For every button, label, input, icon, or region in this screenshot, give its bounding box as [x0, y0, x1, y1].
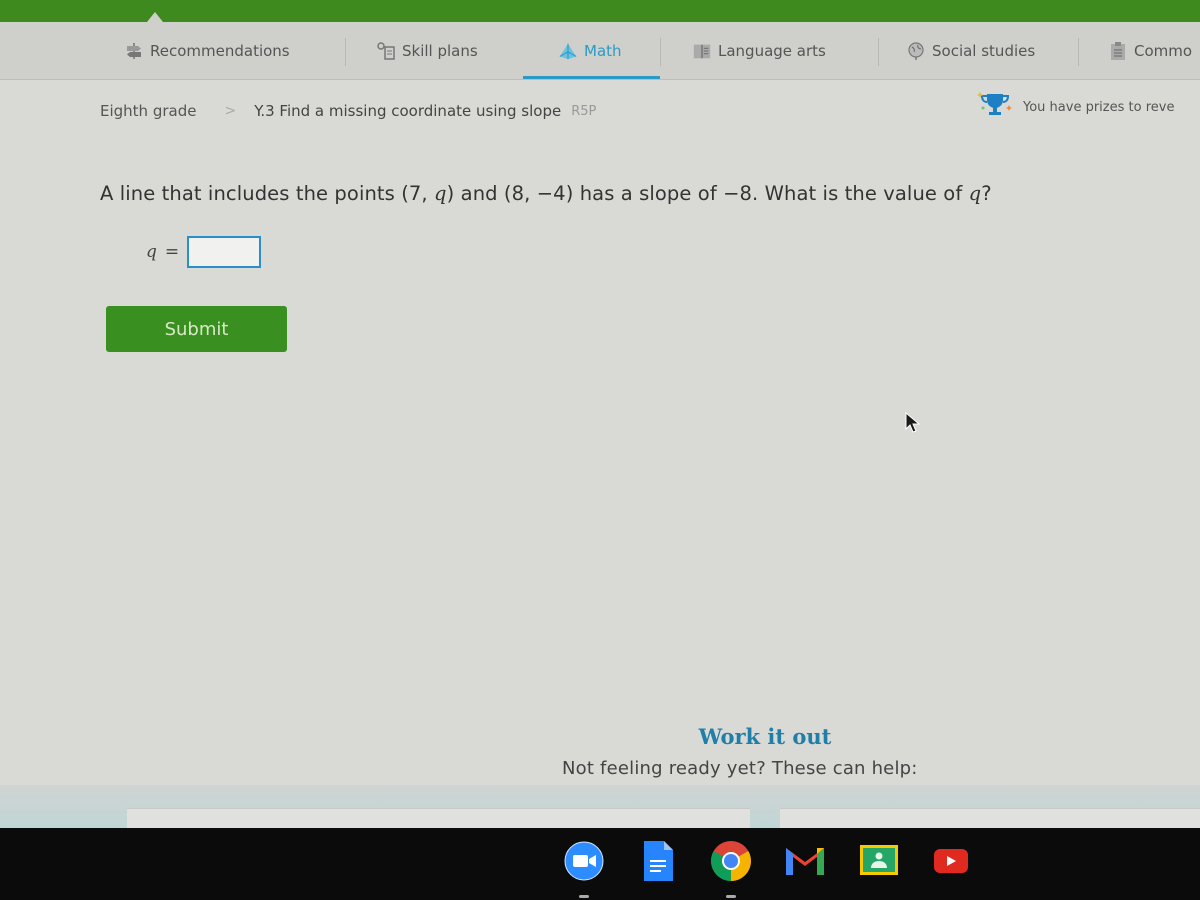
os-shelf [0, 828, 1200, 900]
youtube-icon [933, 848, 969, 878]
signpost-icon [124, 41, 144, 61]
nav-label: Commo [1134, 42, 1193, 60]
breadcrumb: Eighth grade > Y.3 Find a missing coordi… [100, 100, 596, 122]
submit-button[interactable]: Submit [106, 306, 287, 352]
nav-label: Skill plans [402, 42, 478, 60]
zoom-icon [564, 841, 604, 885]
nav-item-recommendations[interactable]: Recommendations [124, 36, 290, 66]
nav-divider [878, 38, 879, 66]
question-text: A line that includes the points (7, q) a… [100, 182, 992, 205]
classroom-icon [859, 844, 899, 882]
nav-divider [345, 38, 346, 66]
shelf-app-zoom[interactable] [561, 840, 607, 898]
book-icon [692, 41, 712, 61]
skill-plans-icon [376, 41, 396, 61]
answer-variable-label: q [146, 242, 157, 262]
subject-nav: Recommendations Skill plans Math Languag… [0, 22, 1200, 80]
nav-pointer [147, 12, 163, 22]
shelf-app-docs[interactable] [635, 840, 681, 886]
equals-sign: = [164, 242, 180, 262]
help-subtitle: Not feeling ready yet? These can help: [562, 758, 918, 779]
prizes-notice[interactable]: You have prizes to reve [975, 90, 1174, 124]
shelf-app-youtube[interactable] [928, 840, 974, 886]
active-tab-indicator [523, 76, 660, 79]
shelf-app-classroom[interactable] [856, 840, 902, 886]
pyramid-icon [558, 41, 578, 61]
chevron-right-icon: > [224, 103, 237, 119]
ixl-header-bar [0, 0, 1200, 22]
question-part: A line that includes the points (7, [100, 182, 435, 205]
question-part: ) and (8, −4) has a slope of −8. What is… [446, 182, 969, 205]
answer-row: q = [146, 236, 262, 268]
nav-item-skill-plans[interactable]: Skill plans [376, 36, 478, 66]
breadcrumb-grade-link[interactable]: Eighth grade [100, 102, 196, 120]
docs-icon [641, 840, 675, 886]
question-variable: q [968, 182, 982, 205]
running-indicator [579, 895, 589, 898]
chrome-icon [710, 840, 752, 886]
globe-icon [906, 41, 926, 61]
nav-item-language-arts[interactable]: Language arts [692, 36, 826, 66]
nav-label: Social studies [932, 42, 1036, 60]
nav-label: Language arts [718, 42, 826, 60]
skill-code: R5P [571, 103, 597, 119]
prizes-text: You have prizes to reve [1023, 99, 1175, 115]
mouse-cursor-icon [905, 411, 923, 438]
nav-divider [660, 38, 661, 66]
nav-item-social-studies[interactable]: Social studies [906, 36, 1035, 66]
nav-label: Recommendations [150, 42, 290, 60]
question-variable: q [434, 182, 447, 205]
shelf-app-gmail[interactable] [782, 840, 828, 886]
nav-item-common-core[interactable]: Commo [1108, 36, 1192, 66]
answer-input[interactable] [187, 236, 262, 268]
nav-label: Math [584, 42, 622, 60]
shelf-app-chrome[interactable] [708, 840, 754, 898]
clipboard-icon [1108, 41, 1128, 61]
nav-item-math[interactable]: Math [558, 36, 622, 66]
nav-divider [1078, 38, 1079, 66]
skill-title: Y.3 Find a missing coordinate using slop… [254, 102, 562, 120]
work-it-out-heading: Work it out [698, 724, 832, 749]
question-part: ? [981, 182, 992, 205]
trophy-icon [975, 90, 1015, 124]
gmail-icon [783, 844, 827, 882]
running-indicator [726, 895, 736, 898]
